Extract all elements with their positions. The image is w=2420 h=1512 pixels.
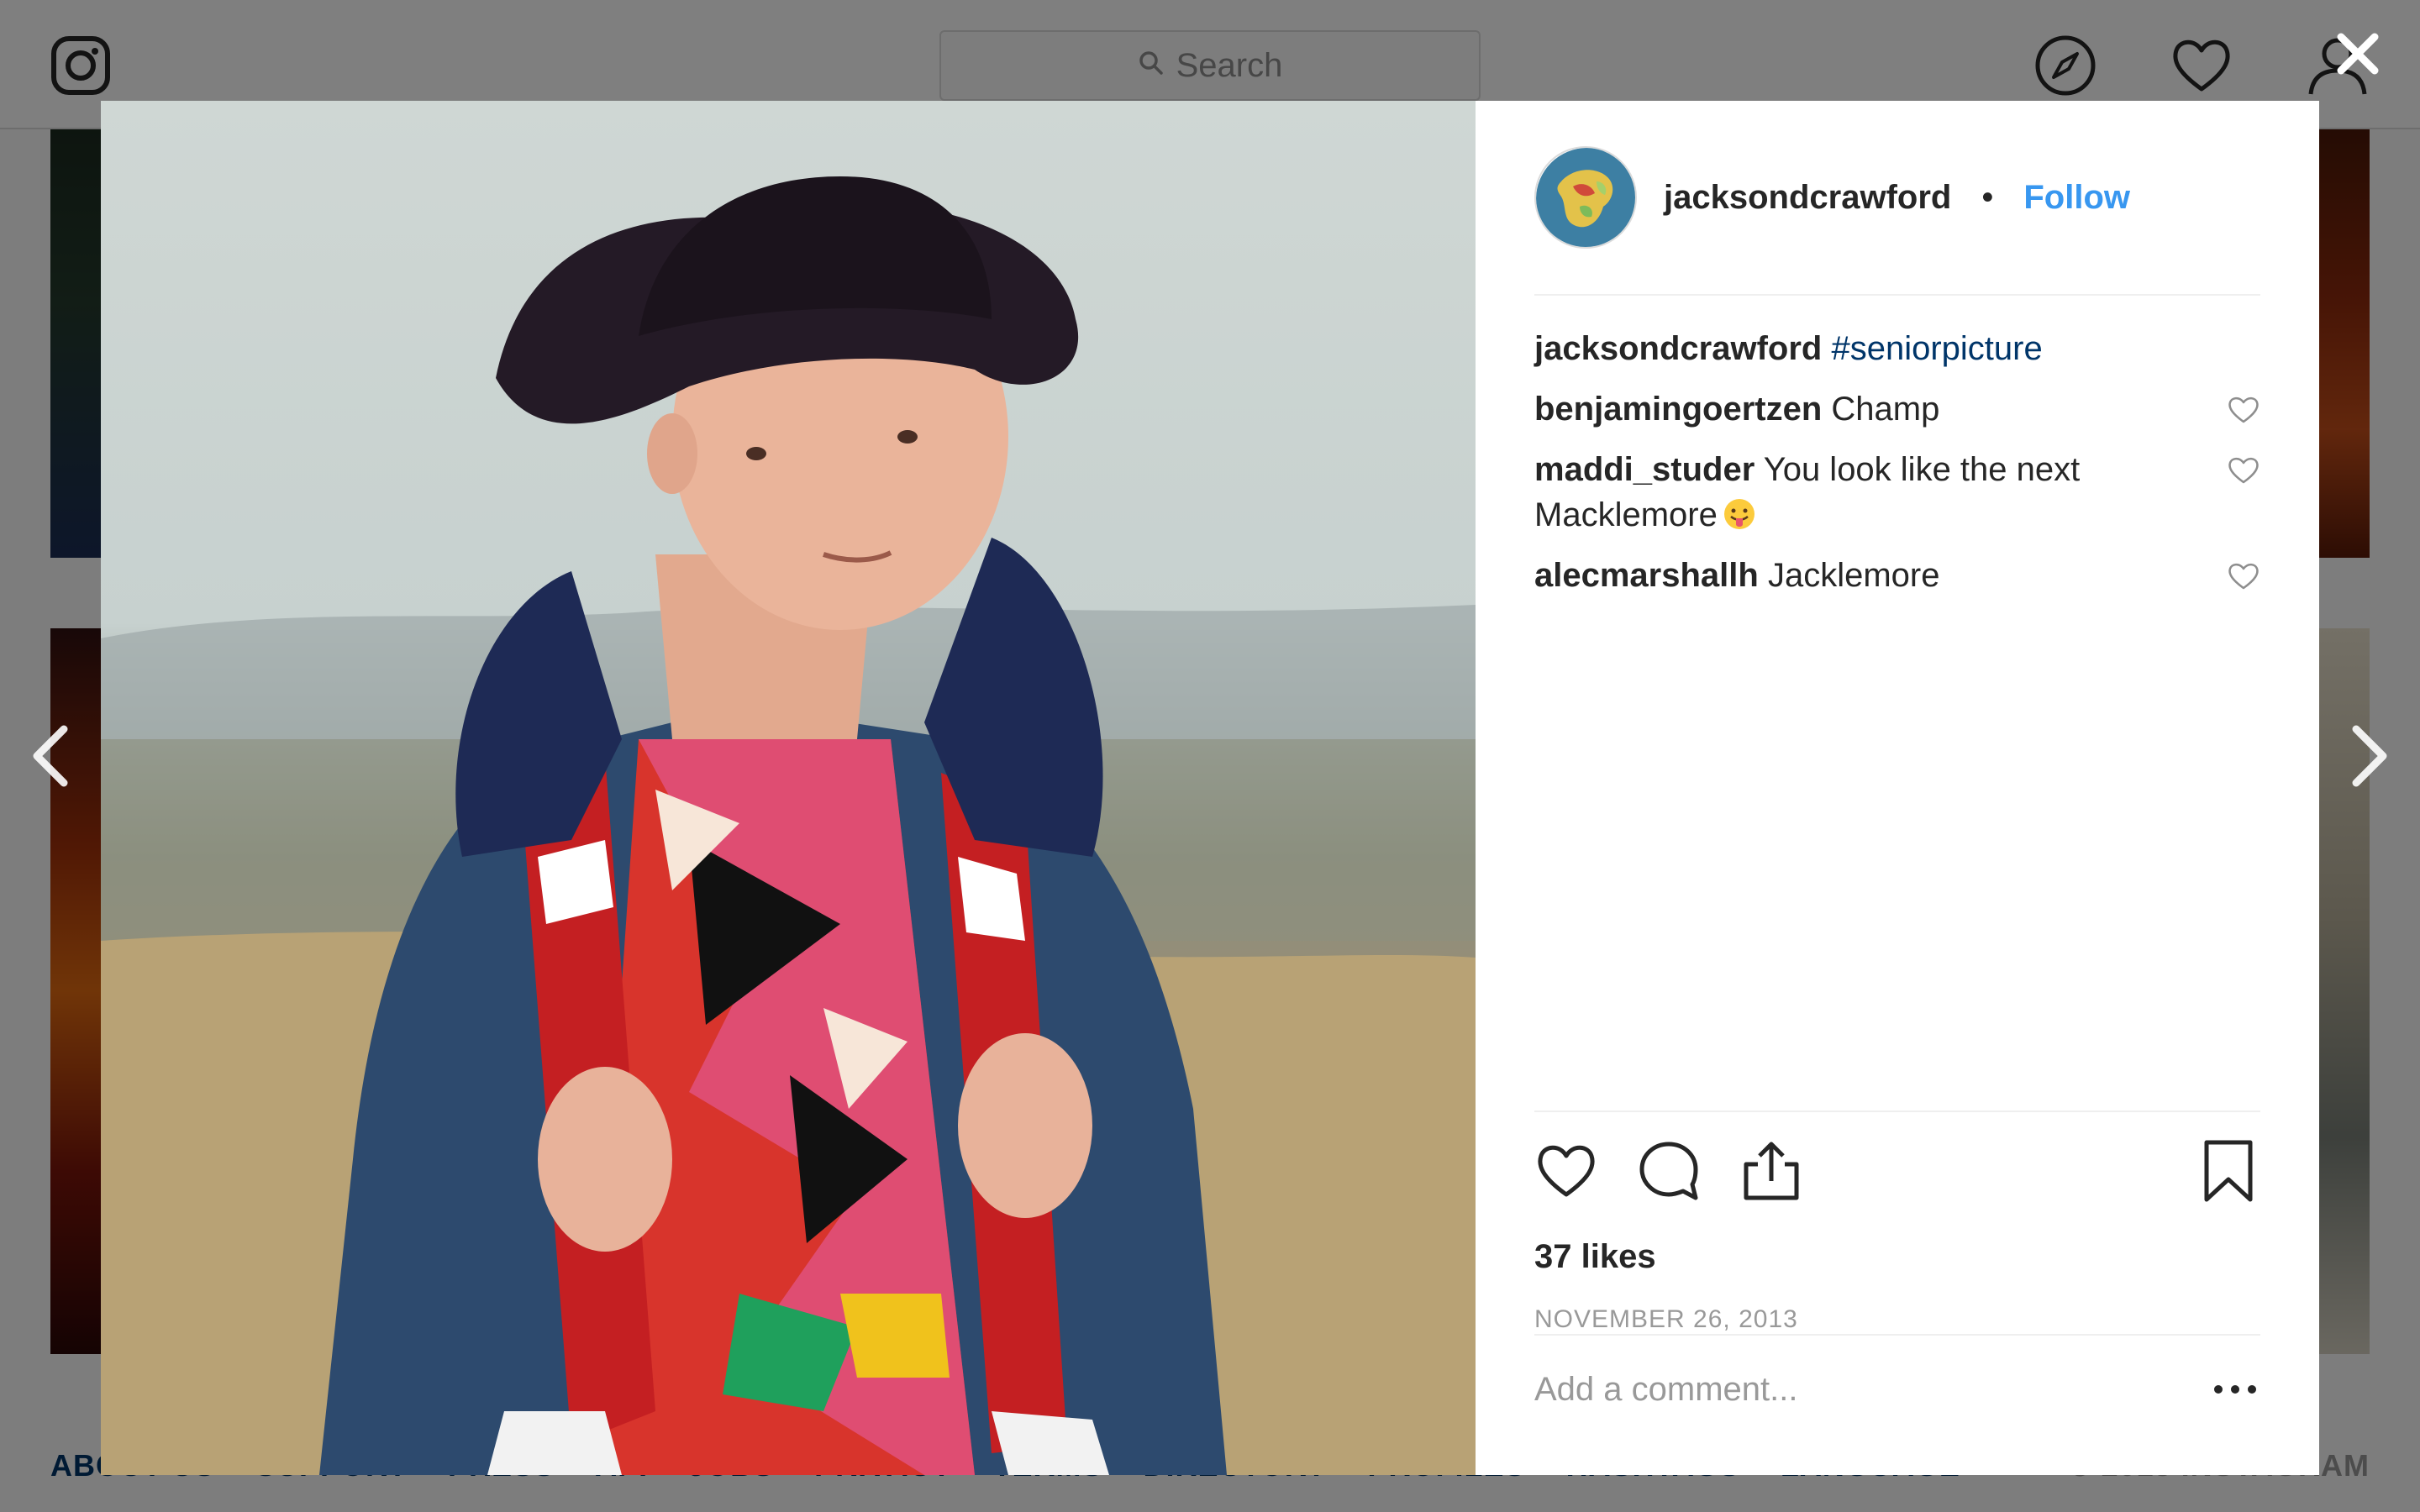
next-post-chevron-right-icon[interactable]: [2344, 722, 2395, 790]
post-actions: 37 likes NOVEMBER 26, 2013: [1534, 1110, 2260, 1333]
close-icon[interactable]: [2333, 29, 2383, 79]
comment-bubble-icon[interactable]: [1637, 1139, 1701, 1203]
post-sidebar: jacksondcrawford • Follow jacksondcrawfo…: [1476, 101, 2319, 1475]
separator-dot: •: [1981, 178, 1994, 216]
more-options-ellipsis-icon[interactable]: [2210, 1373, 2260, 1406]
post-modal: jacksondcrawford • Follow jacksondcrawfo…: [101, 101, 2319, 1475]
likes-count[interactable]: 37 likes: [1534, 1238, 1656, 1276]
list-item: alecmarshallh Jacklemore: [1534, 553, 2260, 598]
comment-text: Champ: [1831, 391, 1940, 428]
comments-list: jacksondcrawford #seniorpicture benjamin…: [1534, 326, 2260, 613]
avatar[interactable]: [1534, 146, 1637, 249]
list-item: maddi_studer You look like the next Mack…: [1534, 447, 2260, 538]
comment-like-heart-icon[interactable]: [2227, 559, 2260, 593]
previous-post-chevron-left-icon[interactable]: [25, 722, 76, 790]
comment-like-heart-icon[interactable]: [2227, 454, 2260, 487]
post-author-username[interactable]: jacksondcrawford: [1664, 179, 1951, 217]
action-bar: [1534, 1112, 2260, 1242]
follow-button[interactable]: Follow: [2023, 179, 2130, 217]
post-date: NOVEMBER 26, 2013: [1534, 1305, 1798, 1333]
comment-input[interactable]: [1534, 1364, 2173, 1415]
post-photo[interactable]: [101, 101, 1476, 1475]
hashtag-link[interactable]: #seniorpicture: [1831, 330, 2042, 367]
share-icon[interactable]: [1739, 1139, 1803, 1203]
comment-username[interactable]: maddi_studer: [1534, 451, 1754, 488]
post-header: jacksondcrawford • Follow: [1534, 101, 2260, 296]
list-item: benjamingoertzen Champ: [1534, 386, 2260, 432]
comment-username[interactable]: benjamingoertzen: [1534, 391, 1822, 428]
tongue-emoji-icon: [1723, 497, 1756, 531]
comment-like-heart-icon[interactable]: [2227, 393, 2260, 427]
comment-username[interactable]: alecmarshallh: [1534, 557, 1759, 594]
comment-text: Jacklemore: [1767, 557, 1940, 594]
caption-username[interactable]: jacksondcrawford: [1534, 330, 1822, 367]
bookmark-icon[interactable]: [2196, 1139, 2260, 1203]
caption: jacksondcrawford #seniorpicture: [1534, 326, 2260, 371]
like-heart-icon[interactable]: [1534, 1139, 1598, 1203]
add-comment-bar: [1534, 1334, 2260, 1435]
